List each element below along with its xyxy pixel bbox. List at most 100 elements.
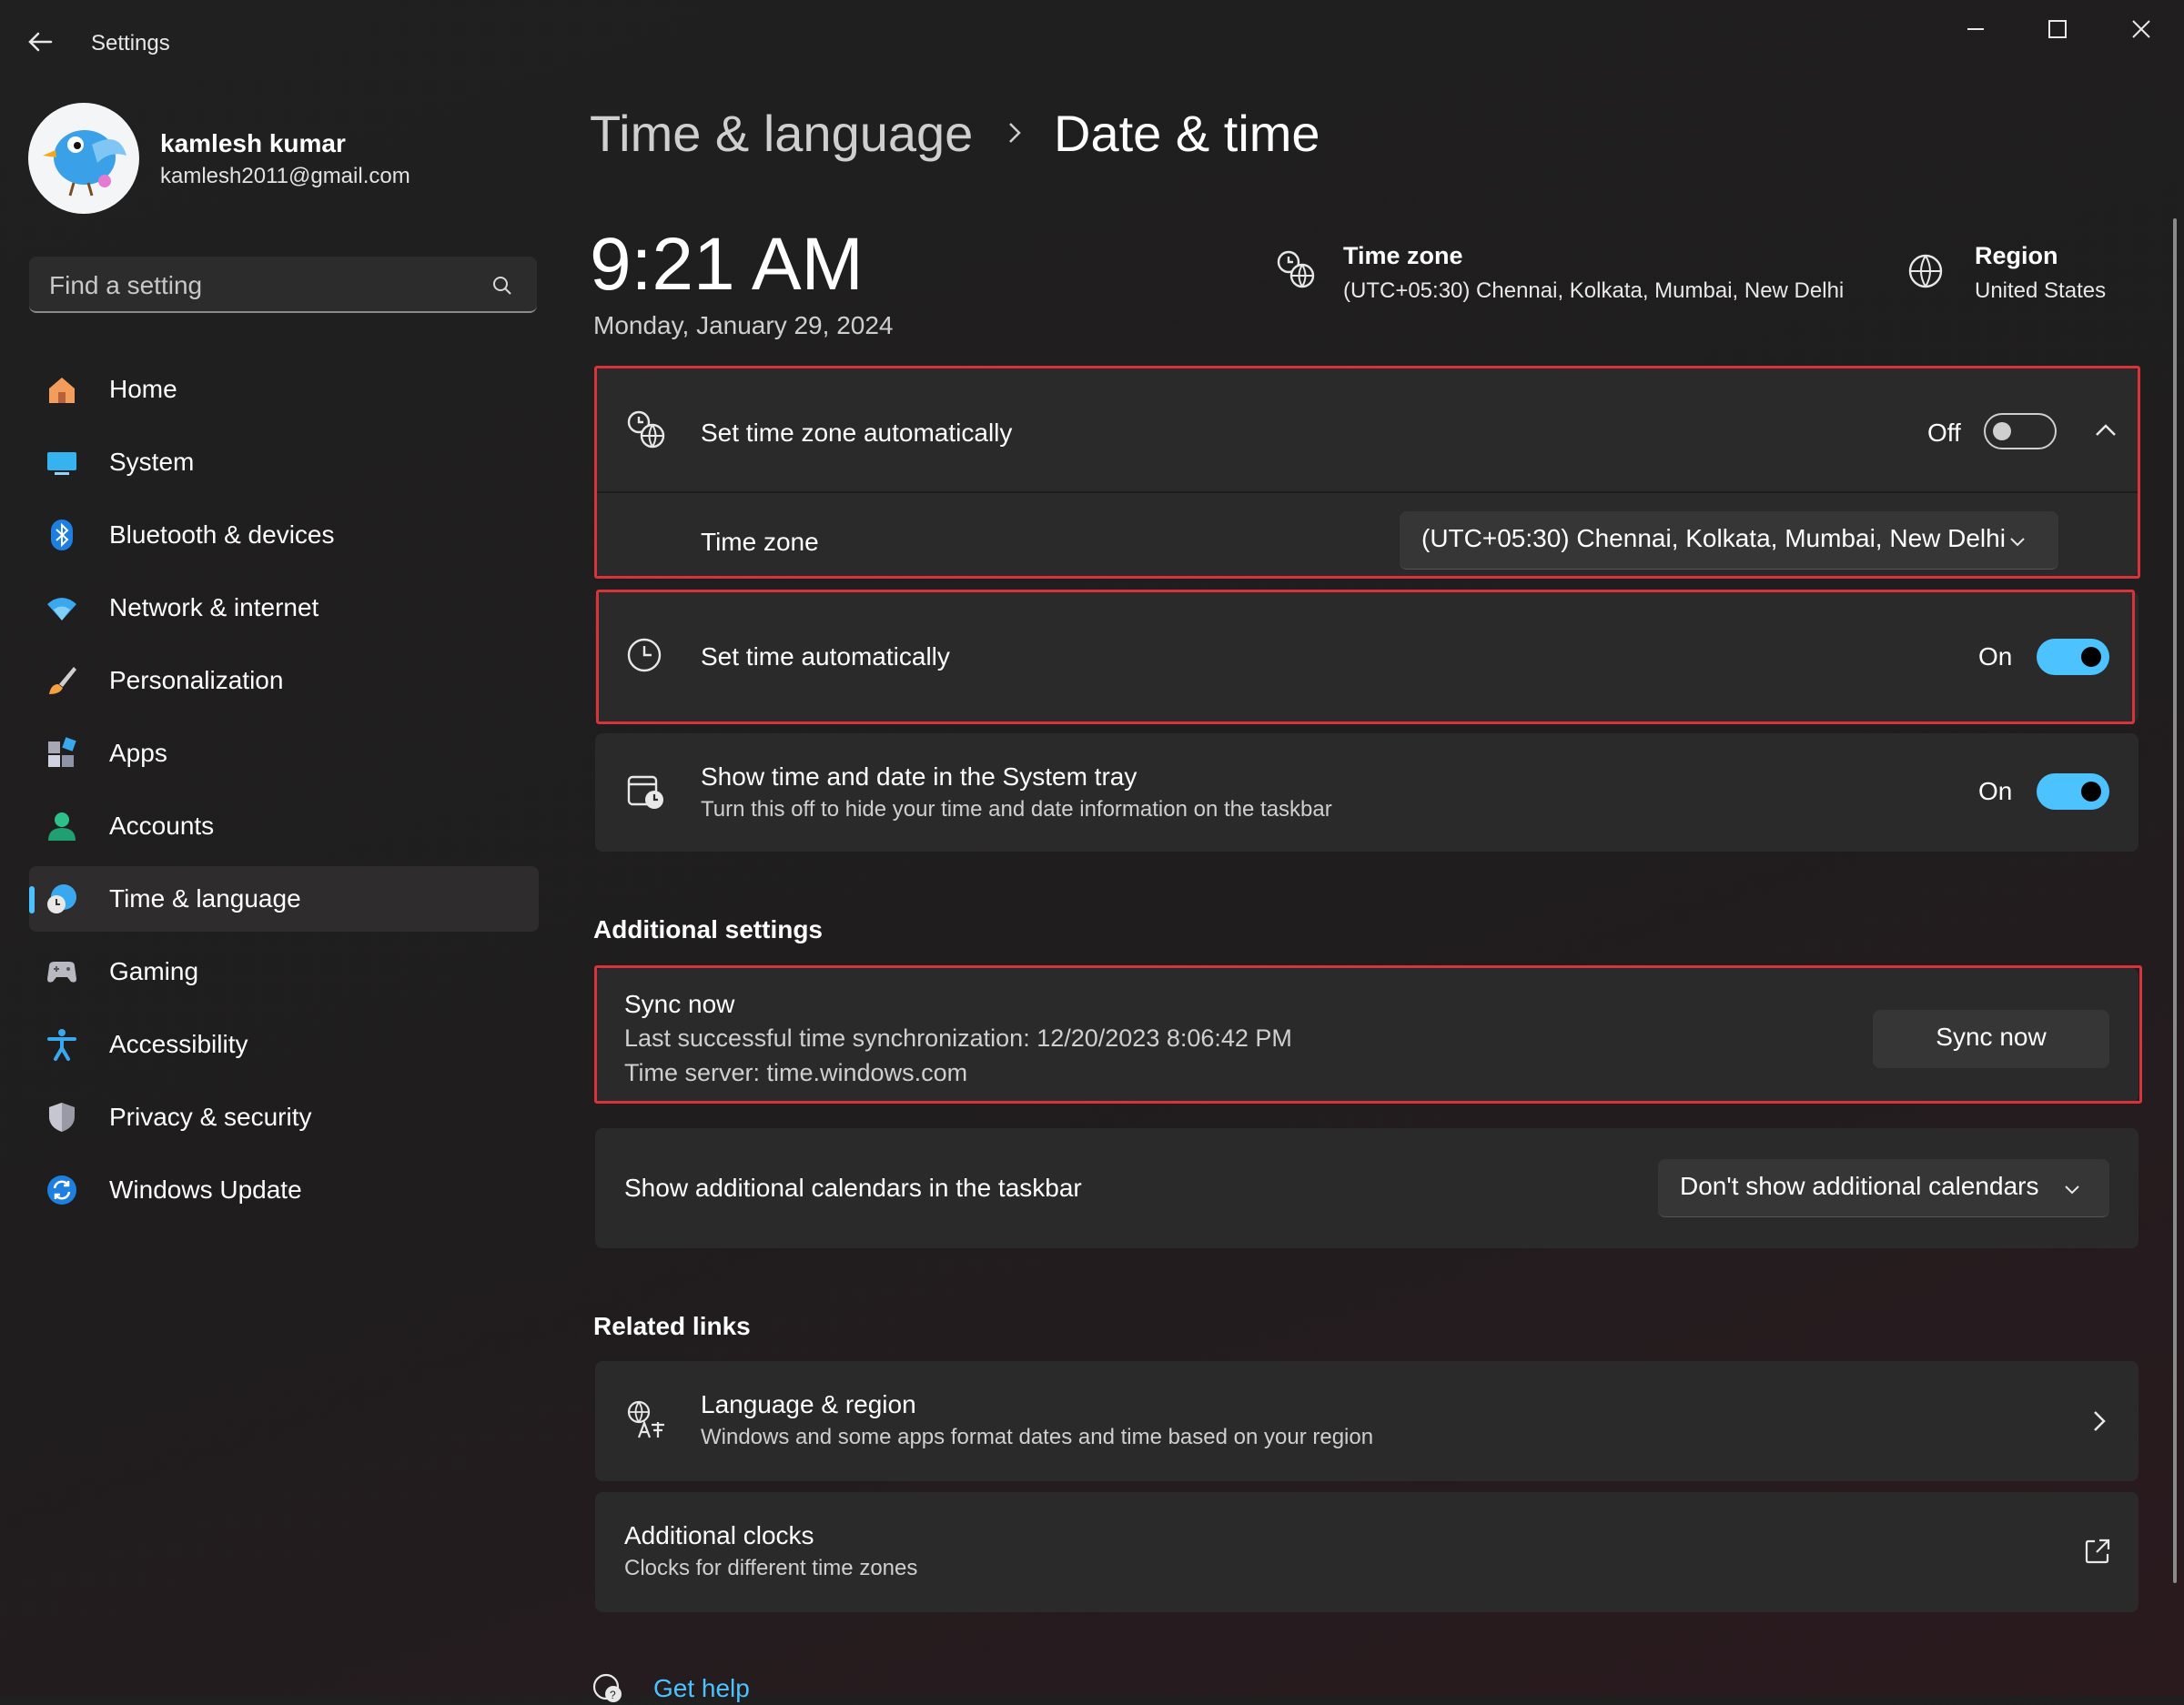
- related-links-heading: Related links: [593, 1312, 751, 1340]
- divider: [595, 491, 2138, 493]
- active-indicator: [29, 886, 35, 913]
- chevron-down-icon: [2010, 538, 2025, 547]
- sync-card: Sync now Last successful time synchroniz…: [595, 968, 2138, 1103]
- search-icon: [493, 277, 511, 295]
- external-link-icon: [2085, 1539, 2110, 1564]
- get-help-link[interactable]: Get help: [653, 1674, 750, 1703]
- timezone-summary-title: Time zone: [1343, 242, 1463, 269]
- clock-icon: [627, 638, 662, 672]
- auto-timezone-card: Set time zone automatically Off Time zon…: [595, 368, 2138, 577]
- systray-description: Turn this off to hide your time and date…: [701, 797, 1332, 822]
- accounts-icon: [48, 812, 76, 841]
- sidebar-item-label: Home: [109, 375, 177, 403]
- minimize-button[interactable]: [1935, 0, 2017, 58]
- bird-avatar-icon: [43, 130, 126, 197]
- search-placeholder: Find a setting: [49, 271, 203, 299]
- language-region-title: Language & region: [701, 1390, 916, 1418]
- sidebar-item-apps[interactable]: Apps: [29, 721, 539, 786]
- search-input[interactable]: Find a setting: [29, 257, 537, 313]
- sidebar-item-network[interactable]: Network & internet: [29, 575, 539, 641]
- avatar[interactable]: [28, 103, 139, 214]
- sidebar-item-accessibility[interactable]: Accessibility: [29, 1012, 539, 1077]
- sync-last-status: Last successful time synchronization: 12…: [624, 1024, 1292, 1052]
- sync-time-server: Time server: time.windows.com: [624, 1059, 968, 1086]
- window-title: Settings: [91, 31, 170, 55]
- gamepad-icon: [47, 962, 76, 983]
- chevron-down-icon: [2065, 1185, 2079, 1195]
- sidebar-item-label: Bluetooth & devices: [109, 520, 335, 549]
- collapse-button[interactable]: [2088, 413, 2124, 449]
- region-globe-icon: [1908, 254, 1943, 288]
- chevron-up-icon: [2096, 424, 2116, 436]
- calendars-dropdown[interactable]: Don't show additional calendars: [1658, 1159, 2109, 1217]
- calendars-dropdown-value: Don't show additional calendars: [1680, 1172, 2039, 1200]
- timezone-summary-value: (UTC+05:30) Chennai, Kolkata, Mumbai, Ne…: [1343, 278, 1845, 303]
- apps-icon: [48, 737, 76, 767]
- brush-icon: [49, 667, 76, 694]
- sidebar-item-gaming[interactable]: Gaming: [29, 939, 539, 1004]
- sidebar-item-windows-update[interactable]: Windows Update: [29, 1157, 539, 1223]
- auto-timezone-toggle[interactable]: [1984, 413, 2057, 449]
- auto-time-state: On: [1978, 642, 2013, 671]
- systray-label: Show time and date in the System tray: [701, 762, 1138, 791]
- maximize-button[interactable]: [2017, 0, 2098, 58]
- sidebar-item-privacy[interactable]: Privacy & security: [29, 1085, 539, 1150]
- current-date: Monday, January 29, 2024: [593, 311, 894, 339]
- additional-settings-heading: Additional settings: [593, 915, 823, 943]
- sidebar-item-label: Personalization: [109, 666, 284, 694]
- sidebar-item-home[interactable]: Home: [29, 357, 539, 422]
- systray-card: Show time and date in the System tray Tu…: [595, 733, 2138, 852]
- calendar-clock-icon: [627, 775, 663, 809]
- systray-toggle[interactable]: [2037, 773, 2109, 810]
- maximize-icon: [2048, 20, 2067, 38]
- sidebar-item-label: Accessibility: [109, 1030, 248, 1058]
- system-icon: [47, 452, 76, 475]
- timezone-globe-icon: [1277, 250, 1315, 288]
- sync-now-button[interactable]: Sync now: [1873, 1010, 2109, 1068]
- auto-timezone-label: Set time zone automatically: [701, 419, 1013, 447]
- sidebar-item-personalization[interactable]: Personalization: [29, 648, 539, 713]
- sidebar-item-system[interactable]: System: [29, 429, 539, 495]
- sidebar-item-label: Time & language: [109, 884, 301, 913]
- back-button[interactable]: [25, 27, 62, 64]
- sidebar-item-time-language[interactable]: Time & language: [29, 866, 539, 932]
- svg-text:?: ?: [610, 1689, 616, 1701]
- close-button[interactable]: [2100, 0, 2182, 58]
- calendars-card: Show additional calendars in the taskbar…: [595, 1128, 2138, 1248]
- sidebar-item-label: System: [109, 448, 195, 476]
- scrollbar[interactable]: [2173, 218, 2177, 1583]
- region-summary-title: Region: [1975, 242, 2058, 269]
- sync-title: Sync now: [624, 990, 735, 1018]
- language-icon: [627, 1400, 664, 1438]
- region-summary-value: United States: [1975, 278, 2107, 303]
- auto-time-toggle[interactable]: [2037, 639, 2109, 675]
- wifi-icon: [47, 598, 76, 620]
- back-arrow-icon: [28, 32, 53, 52]
- breadcrumb-parent[interactable]: Time & language: [590, 104, 973, 163]
- sidebar-item-label: Apps: [109, 739, 167, 767]
- sidebar-item-bluetooth[interactable]: Bluetooth & devices: [29, 502, 539, 568]
- timezone-auto-icon: [627, 410, 665, 449]
- sidebar-item-label: Privacy & security: [109, 1103, 312, 1131]
- breadcrumb-chevron-icon: [1005, 120, 1025, 146]
- additional-clocks-link[interactable]: Additional clocks Clocks for different t…: [595, 1492, 2138, 1612]
- auto-timezone-state: Off: [1927, 419, 1961, 447]
- calendars-label: Show additional calendars in the taskbar: [624, 1174, 1082, 1202]
- additional-clocks-title: Additional clocks: [624, 1521, 814, 1549]
- minimize-icon: [1967, 28, 1984, 30]
- sidebar-item-accounts[interactable]: Accounts: [29, 793, 539, 859]
- systray-state: On: [1978, 777, 2013, 805]
- home-icon: [49, 378, 75, 403]
- language-region-link[interactable]: Language & region Windows and some apps …: [595, 1361, 2138, 1481]
- additional-clocks-description: Clocks for different time zones: [624, 1556, 918, 1580]
- current-time: 9:21 AM: [590, 223, 864, 306]
- sync-now-button-label: Sync now: [1936, 1023, 2047, 1051]
- timezone-dropdown[interactable]: (UTC+05:30) Chennai, Kolkata, Mumbai, Ne…: [1400, 511, 2058, 570]
- timezone-label: Time zone: [701, 528, 819, 556]
- time-language-icon: [47, 884, 76, 913]
- sidebar-item-label: Windows Update: [109, 1175, 302, 1204]
- auto-time-label: Set time automatically: [701, 642, 950, 671]
- timezone-dropdown-value: (UTC+05:30) Chennai, Kolkata, Mumbai, Ne…: [1421, 524, 2006, 552]
- user-name: kamlesh kumar: [160, 129, 346, 157]
- language-region-description: Windows and some apps format dates and t…: [701, 1425, 1374, 1449]
